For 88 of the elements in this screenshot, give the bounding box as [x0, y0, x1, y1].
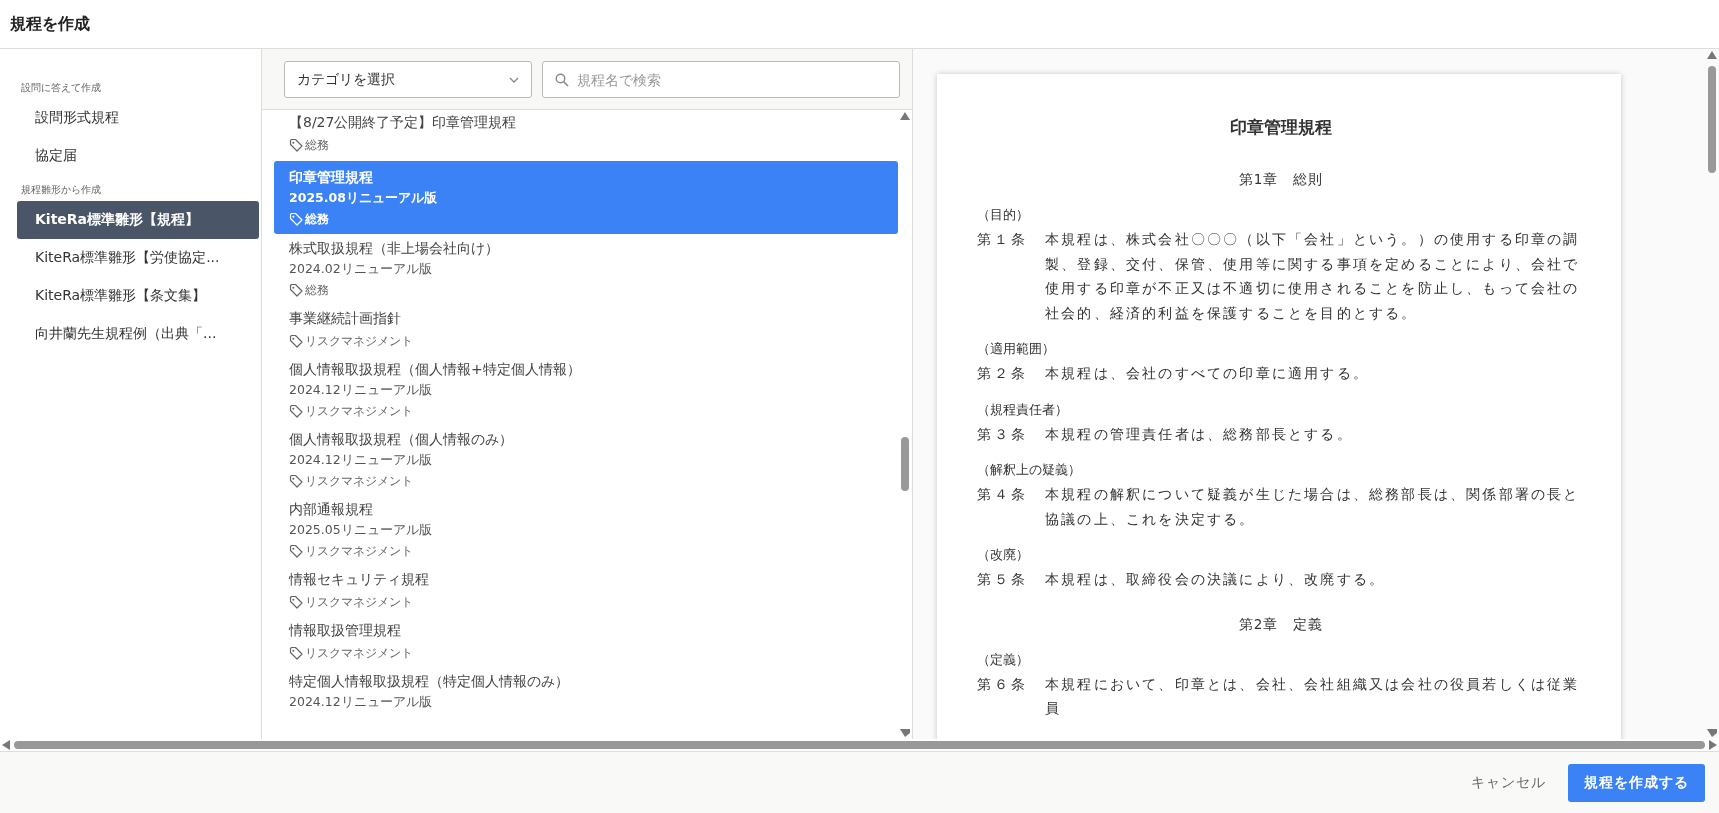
version-label: 2024.12リニューアル版 — [289, 693, 433, 711]
article-text: 本規程の解釈について疑義が生じた場合は、総務部長は、関係部署の長と協議の上、これを決定する。 — [1045, 485, 1581, 529]
tag-icon — [289, 646, 303, 660]
template-name: 個人情報取扱規程（個人情報のみ） — [289, 430, 514, 449]
article-text: 本規程は、株式会社〇〇〇（以下「会社」という。）の使用する印章の調製、登録、交付、保管、使用等に関する事項を定めることにより、会社で使用する印章が不正又は不適切に使用されることを防止し、もって会社の社会的、経済的利益を保護することを目的とする。 — [1045, 230, 1581, 323]
article-text: 本規程において、印章とは、会社、会社組織又は会社の役員若しくは従業員 — [1045, 674, 1581, 718]
category-tag: リスクマネジメント — [305, 592, 413, 612]
section-label: 規程雛形から作成 — [20, 183, 102, 197]
tag-icon — [289, 334, 303, 348]
article-text: 本規程は、取締役会の決議により、改廃する。 — [1045, 570, 1387, 589]
dialog-title: 規程を作成 — [10, 13, 90, 35]
category-tag: リスクマネジメント — [305, 643, 413, 663]
template-name: 印章管理規程 — [289, 168, 374, 187]
sidebar-item[interactable]: 協定届 — [17, 137, 259, 175]
scrollbar-thumb[interactable] — [1708, 65, 1716, 173]
tag-icon — [289, 595, 303, 609]
template-name: 事業継続計画指針 — [289, 309, 402, 328]
article-heading: （規程責任者） — [977, 400, 1069, 419]
article-text: 本規程は、会社のすべての印章に適用する。 — [1045, 364, 1370, 383]
article-heading: （改廃） — [977, 546, 1030, 564]
version-label: 2024.12リニューアル版 — [289, 451, 433, 469]
scroll-down-icon[interactable] — [1707, 729, 1717, 737]
article-number: 第３条 — [977, 424, 1029, 444]
template-item[interactable]: 株式取扱規程（非上場会社向け） 2024.02リニューアル版 総務 — [274, 236, 898, 304]
article-number: 第４条 — [977, 485, 1029, 504]
scroll-up-icon[interactable] — [1707, 51, 1717, 59]
sidebar-item[interactable]: 設問形式規程 — [17, 99, 259, 137]
category-dropdown[interactable]: カテゴリを選択 — [284, 61, 532, 98]
scrollbar-thumb[interactable] — [901, 436, 909, 492]
article-number: 第５条 — [977, 570, 1029, 589]
chapter-heading: 第2章 定義 — [1237, 615, 1325, 634]
sidebar-item[interactable]: KiteRa標準雛形【規程】 — [17, 201, 259, 239]
version-label: 2025.08リニューアル版 — [289, 189, 438, 207]
version-label: 2025.05リニューアル版 — [289, 521, 433, 539]
tag-icon — [289, 283, 303, 297]
article-number: 第１条 — [977, 230, 1029, 249]
scroll-right-icon[interactable] — [1709, 740, 1717, 750]
article-number: 第２条 — [977, 364, 1029, 383]
article-text: 本規程の管理責任者は、総務部長とする。 — [1045, 424, 1354, 444]
template-item[interactable]: 【8/27公開終了予定】印章管理規程 総務 — [274, 110, 898, 159]
article-heading: （定義） — [977, 650, 1030, 669]
sidebar-item[interactable]: 向井蘭先生規程例（出典「... — [17, 315, 259, 353]
chevron-down-icon — [509, 76, 519, 83]
template-name: 情報セキュリティ規程 — [289, 570, 430, 589]
template-name: 情報取扱管理規程 — [289, 621, 402, 640]
article-heading: （解釈上の疑義） — [977, 461, 1082, 479]
version-label: 2024.02リニューアル版 — [289, 260, 433, 278]
tag-icon — [289, 138, 303, 152]
document-title: 印章管理規程 — [1229, 116, 1333, 139]
template-item[interactable]: 個人情報取扱規程（個人情報のみ） 2024.12リニューアル版 リスクマネジメント — [274, 427, 898, 495]
category-tag: リスクマネジメント — [305, 401, 413, 421]
tag-icon — [289, 544, 303, 558]
search-field[interactable]: 規程名で検索 — [542, 61, 900, 98]
template-item[interactable]: 特定個人情報取扱規程（特定個人情報のみ） 2024.12リニューアル版 — [274, 669, 898, 715]
category-tag: リスクマネジメント — [305, 331, 413, 351]
scroll-down-icon[interactable] — [900, 729, 910, 737]
template-item[interactable]: 情報取扱管理規程 リスクマネジメント — [274, 618, 898, 667]
tag-icon — [289, 212, 303, 226]
template-name: 個人情報取扱規程（個人情報+特定個人情報） — [289, 360, 582, 379]
template-name: 特定個人情報取扱規程（特定個人情報のみ） — [289, 672, 570, 691]
create-button[interactable]: 規程を作成する — [1568, 763, 1705, 802]
section-label: 設問に答えて作成 — [20, 81, 102, 95]
template-item[interactable]: 事業継続計画指針 リスクマネジメント — [274, 306, 898, 355]
version-label: 2024.12リニューアル版 — [289, 381, 433, 399]
template-item[interactable]: 印章管理規程 2025.08リニューアル版 総務 — [274, 161, 898, 234]
category-tag: 総務 — [305, 135, 329, 155]
tag-icon — [289, 474, 303, 488]
cancel-button[interactable]: キャンセル — [1461, 765, 1556, 800]
category-tag: 総務 — [305, 209, 329, 229]
article-number: 第６条 — [977, 674, 1029, 694]
template-item[interactable]: 内部通報規程 2025.05リニューアル版 リスクマネジメント — [274, 497, 898, 565]
category-tag: 総務 — [305, 280, 329, 300]
scroll-up-icon[interactable] — [900, 112, 910, 120]
sidebar-item[interactable]: KiteRa標準雛形【条文集】 — [17, 277, 259, 315]
template-name: 内部通報規程 — [289, 500, 374, 519]
template-item[interactable]: 個人情報取扱規程（個人情報+特定個人情報） 2024.12リニューアル版 リスクマネジメント — [274, 357, 898, 425]
article-heading: （目的） — [977, 206, 1030, 224]
scrollbar-thumb[interactable] — [14, 741, 1705, 749]
sidebar-item[interactable]: KiteRa標準雛形【労使協定... — [17, 239, 259, 277]
scroll-left-icon[interactable] — [2, 740, 10, 750]
category-tag: リスクマネジメント — [305, 471, 413, 491]
template-name: 【8/27公開終了予定】印章管理規程 — [289, 113, 518, 132]
chapter-heading: 第1章 総則 — [1237, 171, 1325, 189]
tag-icon — [289, 404, 303, 418]
category-tag: リスクマネジメント — [305, 541, 413, 561]
template-item[interactable]: 情報セキュリティ規程 リスクマネジメント — [274, 567, 898, 616]
template-name: 株式取扱規程（非上場会社向け） — [289, 239, 500, 258]
article-heading: （適用範囲） — [977, 340, 1056, 358]
